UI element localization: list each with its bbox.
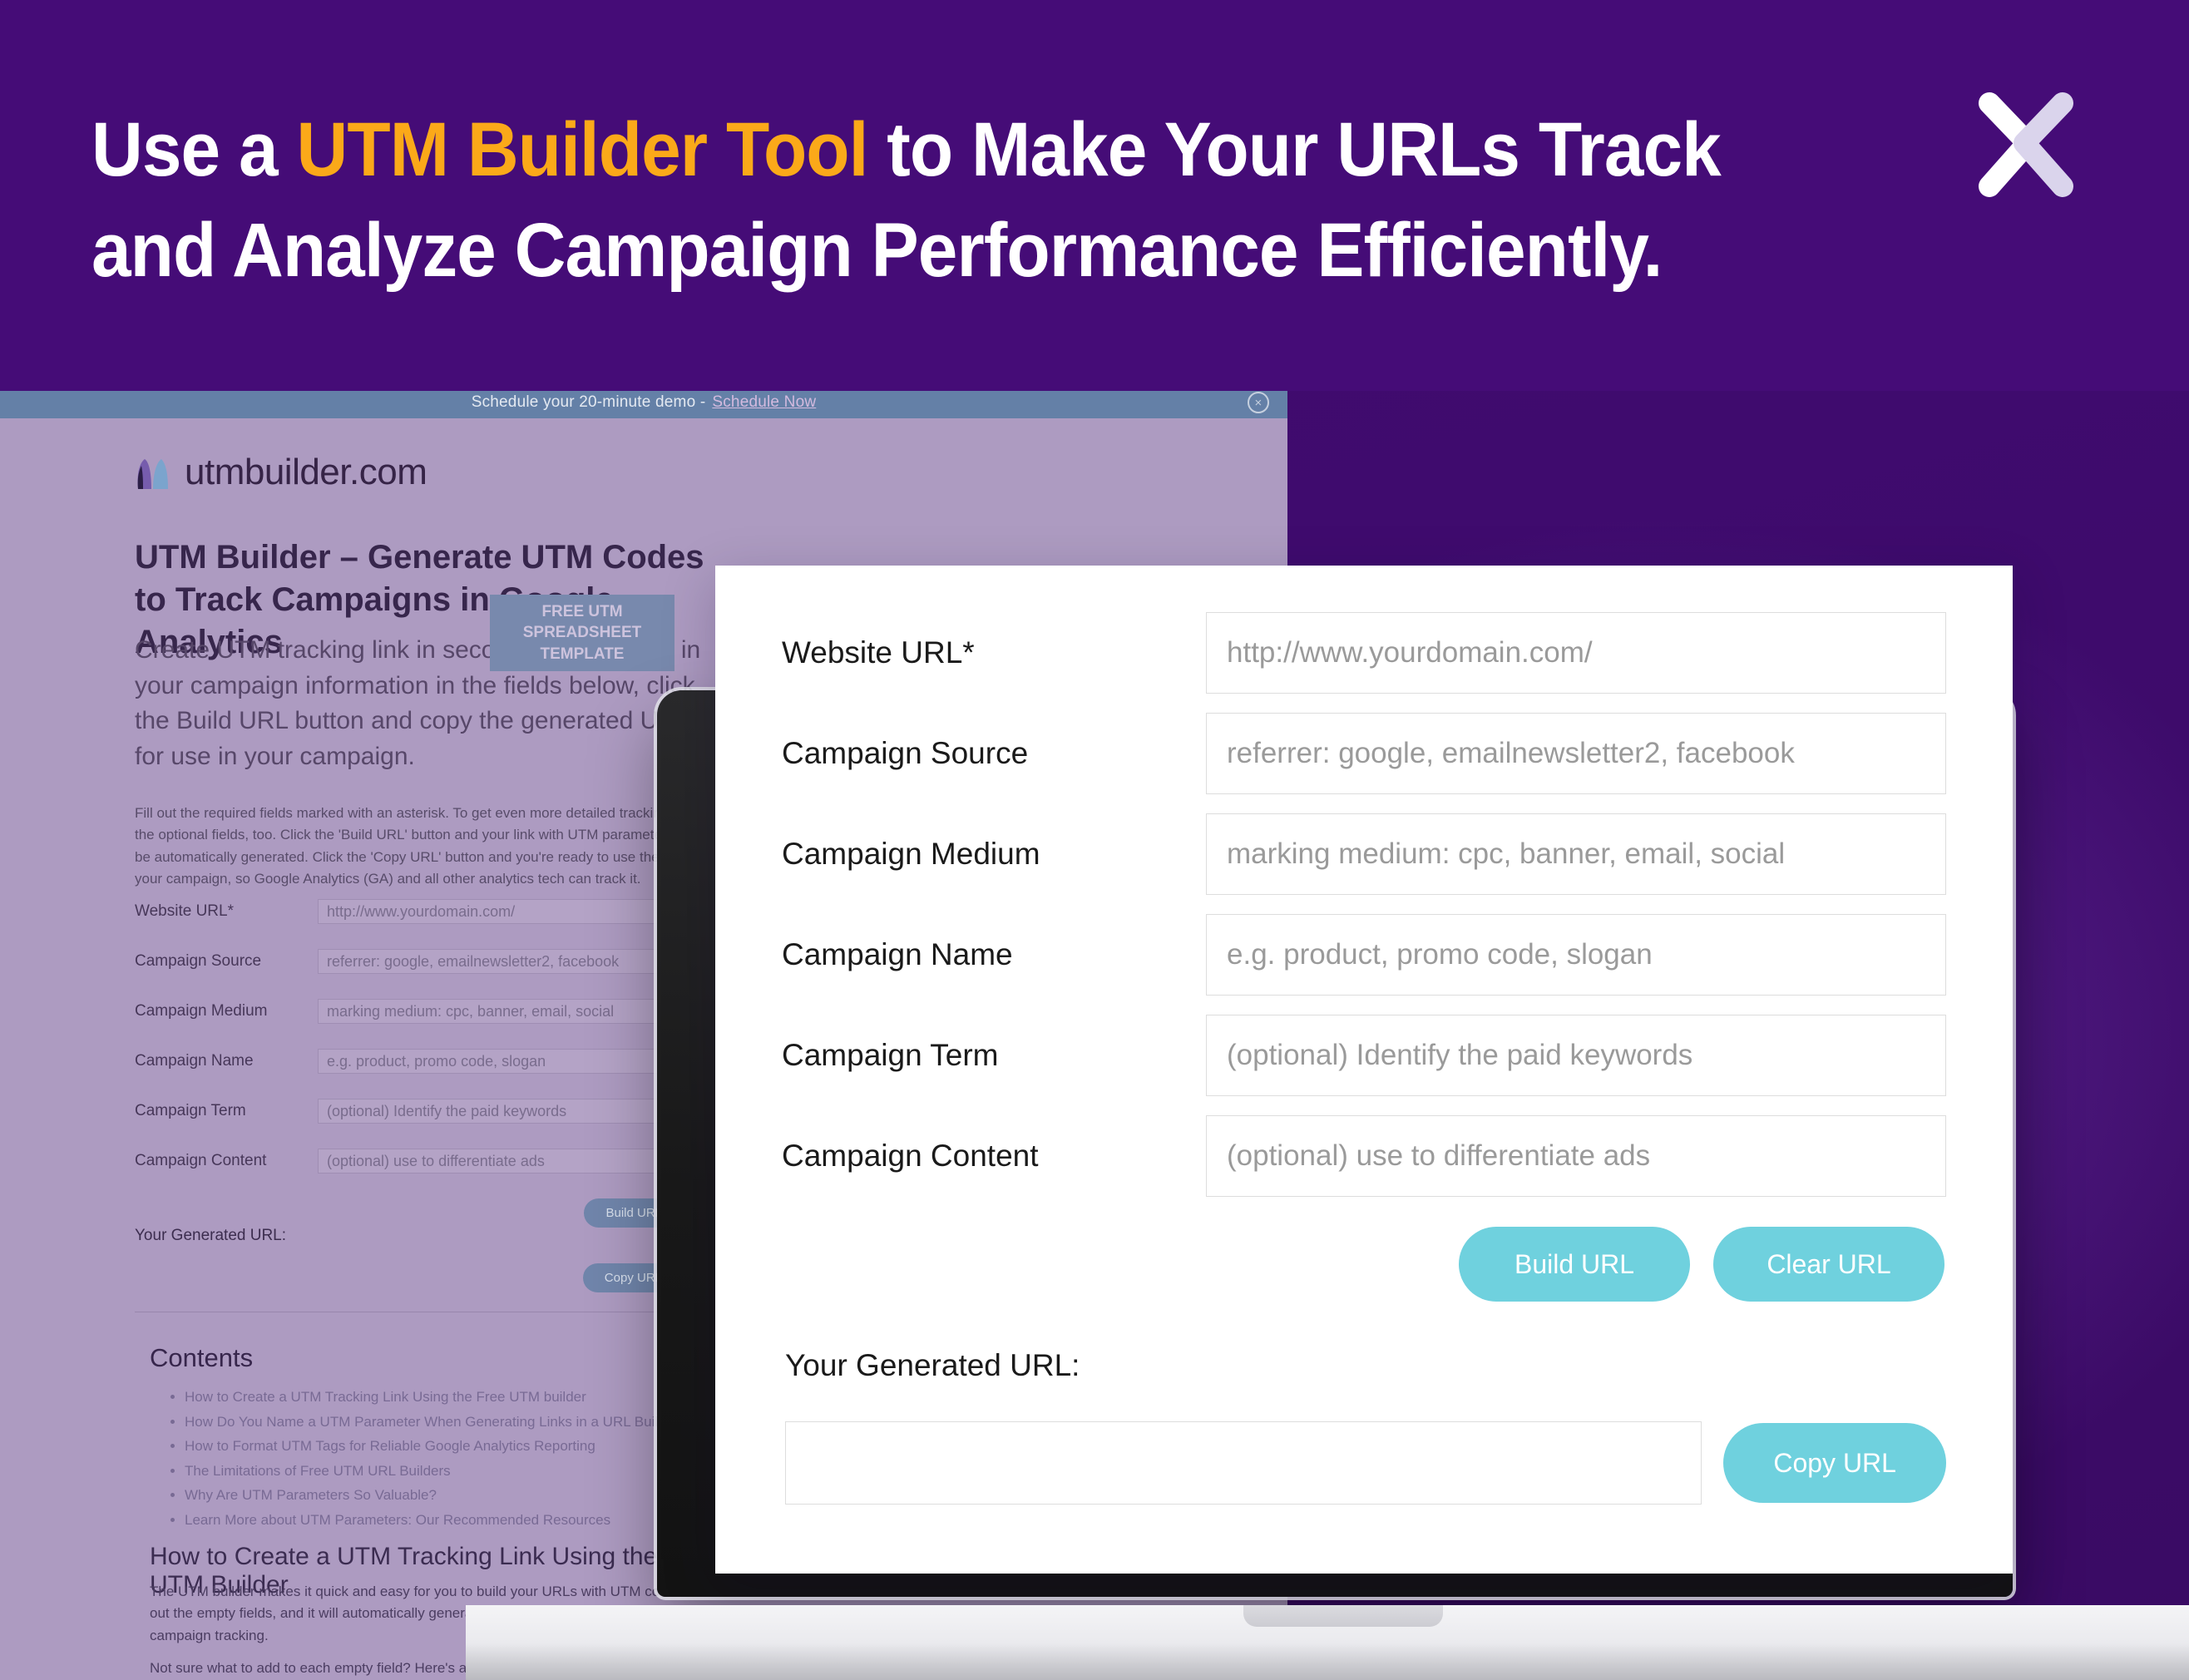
announcement-text: Schedule your 20-minute demo - <box>471 393 706 411</box>
page-title: Use a UTM Builder Tool to Make Your URLs… <box>91 100 1777 302</box>
clear-url-button[interactable]: Clear URL <box>1713 1227 1944 1302</box>
label-campaign-medium: Campaign Medium <box>782 837 1040 871</box>
input-campaign-content[interactable]: (optional) use to differentiate ads <box>1206 1115 1946 1197</box>
headline-accent: UTM Builder Tool <box>296 107 869 192</box>
bg-field-input[interactable]: (optional) Identify the paid keywords <box>318 1099 684 1124</box>
slide-canvas: Schedule your 20-minute demo - Schedule … <box>0 0 2189 1680</box>
utm-builder-form-panel: Website URL* http://www.yourdomain.com/ … <box>715 566 2013 1574</box>
bg-form-row: Campaign Medium marking medium: cpc, ban… <box>135 999 684 1024</box>
background-utm-form: Website URL* http://www.yourdomain.com/ … <box>135 899 684 1228</box>
input-website-url[interactable]: http://www.yourdomain.com/ <box>1206 612 1946 694</box>
bg-field-input[interactable]: e.g. product, promo code, slogan <box>318 1049 684 1074</box>
bg-field-label: Campaign Source <box>135 952 262 970</box>
laptop-notch <box>1243 1605 1443 1627</box>
free-template-cta-button[interactable]: FREE UTM SPREADSHEET TEMPLATE <box>490 595 674 671</box>
form-row-campaign-name: Campaign Name e.g. product, promo code, … <box>782 914 1946 996</box>
list-item[interactable]: How to Format UTM Tags for Reliable Goog… <box>185 1434 717 1459</box>
form-row-campaign-source: Campaign Source referrer: google, emailn… <box>782 713 1946 794</box>
bg-form-row: Campaign Source referrer: google, emailn… <box>135 949 684 974</box>
announcement-link[interactable]: Schedule Now <box>712 393 816 412</box>
bg-field-label: Campaign Medium <box>135 1002 268 1020</box>
form-action-buttons: Build URL Clear URL <box>782 1227 1946 1302</box>
list-item[interactable]: Learn More about UTM Parameters: Our Rec… <box>185 1508 717 1533</box>
label-campaign-term: Campaign Term <box>782 1038 999 1072</box>
form-row-website-url: Website URL* http://www.yourdomain.com/ <box>782 612 1946 694</box>
x-chevron-logo-icon <box>1979 92 2073 197</box>
input-campaign-term[interactable]: (optional) Identify the paid keywords <box>1206 1015 1946 1096</box>
build-url-button[interactable]: Build URL <box>1459 1227 1690 1302</box>
bg-generated-url-label: Your Generated URL: <box>135 1227 287 1244</box>
form-row-campaign-term: Campaign Term (optional) Identify the pa… <box>782 1015 1946 1096</box>
bg-form-row: Campaign Term (optional) Identify the pa… <box>135 1099 684 1124</box>
site-brand[interactable]: utmbuilder.com <box>133 452 427 493</box>
list-item[interactable]: How Do You Name a UTM Parameter When Gen… <box>185 1410 717 1435</box>
label-campaign-name: Campaign Name <box>782 937 1013 971</box>
form-row-campaign-medium: Campaign Medium marking medium: cpc, ban… <box>782 813 1946 895</box>
laptop-base <box>466 1605 2189 1680</box>
input-campaign-name[interactable]: e.g. product, promo code, slogan <box>1206 914 1946 996</box>
bg-field-label: Website URL* <box>135 902 234 920</box>
bg-button-row: Build URL <box>135 1198 684 1228</box>
bg-field-input[interactable]: http://www.yourdomain.com/ <box>318 899 684 924</box>
bg-form-row: Website URL* http://www.yourdomain.com/ <box>135 899 684 924</box>
bg-field-input[interactable]: referrer: google, emailnewsletter2, face… <box>318 949 684 974</box>
close-icon[interactable]: × <box>1248 392 1269 413</box>
generated-url-label: Your Generated URL: <box>785 1348 1080 1382</box>
list-item[interactable]: Why Are UTM Parameters So Valuable? <box>185 1483 717 1508</box>
site-brand-text: utmbuilder.com <box>185 452 427 492</box>
bg-form-row: Campaign Content (optional) use to diffe… <box>135 1149 684 1174</box>
generated-url-input[interactable] <box>785 1421 1702 1505</box>
bg-generated-url-row: Copy URL <box>135 1263 684 1292</box>
utmbuilder-logo-icon <box>137 459 168 489</box>
bg-field-input[interactable]: marking medium: cpc, banner, email, soci… <box>318 999 684 1024</box>
bg-field-input[interactable]: (optional) use to differentiate ads <box>318 1149 684 1174</box>
bg-form-row: Campaign Name e.g. product, promo code, … <box>135 1049 684 1074</box>
label-website-url: Website URL* <box>782 635 975 670</box>
generated-url-row: Copy URL <box>782 1421 1946 1505</box>
bg-field-label: Campaign Content <box>135 1152 267 1169</box>
headline-part-1: Use a <box>91 107 297 192</box>
form-row-campaign-content: Campaign Content (optional) use to diffe… <box>782 1115 1946 1197</box>
bg-field-label: Campaign Name <box>135 1052 254 1070</box>
copy-url-button[interactable]: Copy URL <box>1723 1423 1946 1503</box>
header-banner: Use a UTM Builder Tool to Make Your URLs… <box>0 0 2189 391</box>
list-item[interactable]: How to Create a UTM Tracking Link Using … <box>185 1385 717 1410</box>
input-campaign-medium[interactable]: marking medium: cpc, banner, email, soci… <box>1206 813 1946 895</box>
input-campaign-source[interactable]: referrer: google, emailnewsletter2, face… <box>1206 713 1946 794</box>
bg-contents-heading: Contents <box>150 1343 254 1372</box>
site-sub-paragraph: Fill out the required fields marked with… <box>135 805 714 887</box>
bg-field-label: Campaign Term <box>135 1102 246 1119</box>
label-campaign-content: Campaign Content <box>782 1139 1039 1173</box>
label-campaign-source: Campaign Source <box>782 736 1029 770</box>
bg-contents-list: How to Create a UTM Tracking Link Using … <box>185 1385 717 1532</box>
site-announcement-bar: Schedule your 20-minute demo - Schedule … <box>0 387 1287 418</box>
list-item[interactable]: The Limitations of Free UTM URL Builders <box>185 1459 717 1484</box>
